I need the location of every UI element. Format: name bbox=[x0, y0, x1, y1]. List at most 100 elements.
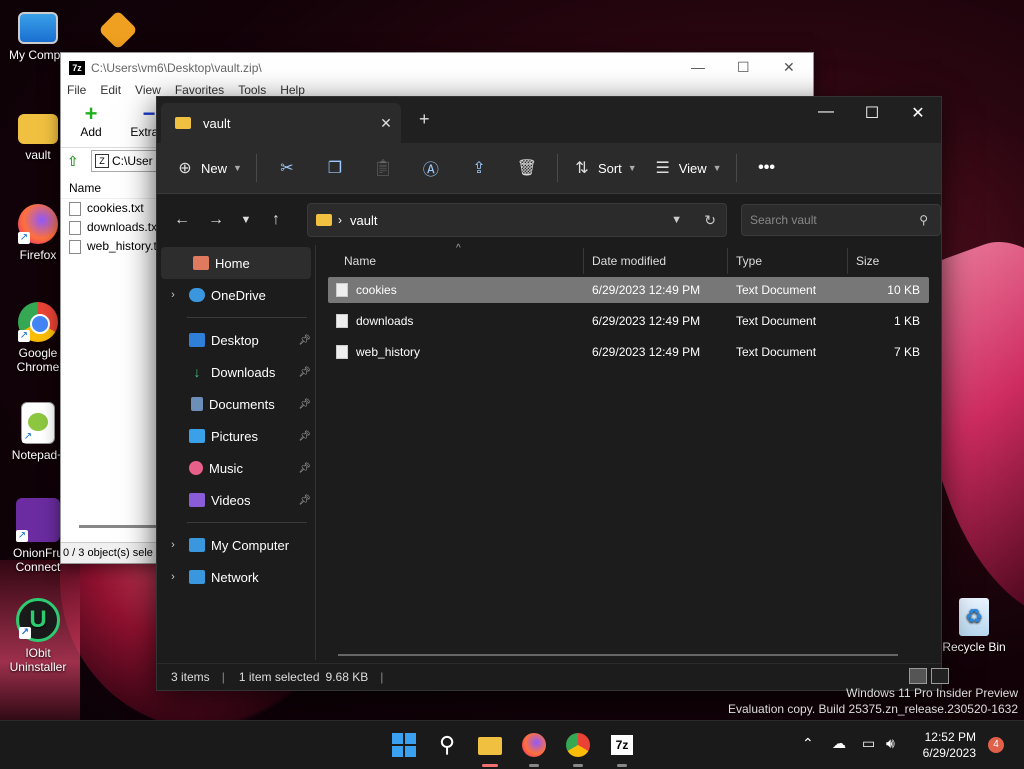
minimize-button[interactable]: — bbox=[803, 103, 849, 121]
clock[interactable]: 12:52 PM 6/29/2023 bbox=[916, 729, 976, 761]
horizontal-scrollbar[interactable] bbox=[338, 654, 898, 656]
sort-label: Sort bbox=[597, 160, 622, 176]
chevron-right-icon[interactable]: › bbox=[165, 289, 181, 301]
file-name: cookies.txt bbox=[87, 201, 144, 215]
forward-arrow-icon[interactable]: → bbox=[199, 211, 233, 229]
pin-icon[interactable]: 📌︎ bbox=[298, 431, 311, 442]
menu-edit[interactable]: Edit bbox=[100, 83, 121, 103]
view-button[interactable]: ☰ View ▼ bbox=[645, 151, 730, 185]
sort-button[interactable]: ⇅ Sort ▼ bbox=[564, 151, 645, 185]
desktop-icon-iobit[interactable]: U ↗ IObit Uninstaller bbox=[0, 598, 76, 674]
taskbar-7zip[interactable]: 7z bbox=[608, 731, 636, 767]
shortcut-arrow-icon: ↗ bbox=[18, 232, 30, 244]
text-file-icon bbox=[69, 239, 81, 254]
pictures-icon bbox=[189, 429, 205, 443]
add-button[interactable]: + Add bbox=[69, 103, 113, 147]
sidebar-item-pictures[interactable]: Pictures 📌︎ bbox=[157, 420, 315, 452]
chevron-right-icon[interactable]: › bbox=[165, 571, 181, 583]
paste-icon[interactable]: 📋︎ bbox=[359, 158, 407, 178]
search-icon[interactable]: ⚲ bbox=[433, 731, 461, 759]
refresh-icon[interactable]: ↻ bbox=[704, 212, 716, 229]
breadcrumb[interactable]: vault bbox=[350, 213, 377, 228]
taskbar-firefox[interactable] bbox=[520, 731, 548, 767]
sidebar-item-videos[interactable]: Videos 📌︎ bbox=[157, 484, 315, 516]
shortcut-arrow-icon: ↗ bbox=[16, 530, 28, 542]
share-icon[interactable]: ⇪ bbox=[455, 158, 503, 178]
close-button[interactable]: ✕ bbox=[783, 59, 795, 76]
file-date: 6/29/2023 12:49 PM bbox=[592, 283, 701, 297]
tiles-view-icon[interactable] bbox=[931, 668, 949, 684]
maximize-button[interactable]: ☐ bbox=[737, 59, 750, 76]
clock-date: 6/29/2023 bbox=[922, 746, 976, 760]
network-disconnected-icon[interactable]: ☁ bbox=[832, 735, 846, 752]
chrome-icon bbox=[566, 733, 590, 757]
file-name: cookies bbox=[356, 282, 397, 297]
taskbar-chrome[interactable] bbox=[564, 731, 592, 767]
new-button[interactable]: ⊕ New ▼ bbox=[167, 151, 250, 185]
file-row[interactable]: downloads 6/29/2023 12:49 PM Text Docume… bbox=[328, 308, 929, 334]
chevron-down-icon[interactable]: ▼ bbox=[671, 214, 682, 226]
rename-icon[interactable]: Ⓐ bbox=[407, 156, 455, 180]
menu-file[interactable]: File bbox=[67, 83, 86, 103]
taskbar-file-explorer[interactable] bbox=[476, 731, 504, 767]
text-file-icon bbox=[69, 220, 81, 235]
sidebar-item-network[interactable]: › Network bbox=[157, 561, 315, 593]
package-icon bbox=[98, 10, 138, 50]
column-header-name[interactable]: Name bbox=[316, 248, 584, 274]
back-arrow-icon[interactable]: ← bbox=[165, 211, 199, 229]
display-icon[interactable]: ▭ bbox=[862, 735, 875, 752]
close-tab-button[interactable]: ✕ bbox=[371, 115, 401, 132]
recent-locations-chevron-icon[interactable]: ▼ bbox=[233, 214, 259, 226]
pin-icon[interactable]: 📌︎ bbox=[298, 463, 311, 474]
pin-icon[interactable]: 📌︎ bbox=[298, 399, 311, 410]
up-folder-icon[interactable]: ⇧ bbox=[67, 153, 83, 169]
sevenzip-titlebar[interactable]: 7z C:\Users\vm6\Desktop\vault.zip\ — ☐ ✕ bbox=[61, 53, 813, 83]
navigation-bar: ← → ▼ ↑ › vault ▼ ↻ Search vault ⚲ bbox=[157, 194, 941, 246]
new-tab-button[interactable]: + bbox=[419, 109, 430, 130]
cut-icon[interactable]: ✂ bbox=[263, 158, 311, 178]
show-hidden-icons-chevron-icon[interactable]: ⌃ bbox=[802, 735, 814, 752]
sidebar-item-home[interactable]: Home bbox=[161, 247, 311, 279]
maximize-button[interactable]: ☐ bbox=[849, 103, 895, 123]
sidebar-item-downloads[interactable]: ↓ Downloads 📌︎ bbox=[157, 356, 315, 388]
explorer-titlebar[interactable]: vault ✕ + — ☐ ✕ bbox=[157, 97, 941, 143]
sidebar-item-desktop[interactable]: Desktop 📌︎ bbox=[157, 324, 315, 356]
address-bar[interactable]: › vault ▼ ↻ bbox=[307, 203, 727, 237]
copy-icon[interactable]: ❐ bbox=[311, 158, 359, 178]
chevron-right-icon[interactable]: › bbox=[165, 539, 181, 551]
desktop-icon-package[interactable] bbox=[80, 10, 156, 50]
file-row[interactable]: web_history 6/29/2023 12:49 PM Text Docu… bbox=[328, 339, 929, 365]
sevenzip-logo-icon: 7z bbox=[611, 735, 633, 755]
windows-logo-icon bbox=[392, 733, 416, 757]
explorer-window: vault ✕ + — ☐ ✕ ⊕ New ▼ ✂ ❐ 📋︎ Ⓐ ⇪ 🗑︎ ⇅ … bbox=[156, 96, 949, 691]
pin-icon[interactable]: 📌︎ bbox=[298, 495, 311, 506]
column-header-type[interactable]: Type bbox=[728, 248, 848, 274]
file-name: downloads.txt bbox=[87, 220, 161, 234]
desktop-icon-recycle-bin[interactable]: ♻ Recycle Bin bbox=[936, 598, 1012, 654]
column-header-date[interactable]: Date modified bbox=[584, 248, 728, 274]
pin-icon[interactable]: 📌︎ bbox=[298, 335, 311, 346]
details-view-icon[interactable] bbox=[909, 668, 927, 684]
up-arrow-icon[interactable]: ↑ bbox=[259, 211, 293, 229]
pin-icon[interactable]: 📌︎ bbox=[298, 367, 311, 378]
more-options-icon[interactable]: ••• bbox=[743, 159, 791, 177]
tab-vault[interactable]: vault ✕ bbox=[161, 103, 401, 143]
shortcut-arrow-icon: ↗ bbox=[19, 627, 31, 639]
sidebar-item-documents[interactable]: Documents 📌︎ bbox=[157, 388, 315, 420]
horizontal-scrollbar[interactable] bbox=[79, 525, 159, 528]
volume-icon[interactable]: 🔊︎ bbox=[886, 735, 895, 752]
cloud-icon bbox=[189, 288, 205, 302]
search-input[interactable]: Search vault ⚲ bbox=[741, 204, 941, 236]
minimize-button[interactable]: — bbox=[691, 59, 705, 75]
start-button[interactable] bbox=[390, 731, 418, 759]
sort-icon: ⇅ bbox=[575, 160, 589, 177]
sidebar-item-my-computer[interactable]: › My Computer bbox=[157, 529, 315, 561]
sidebar-item-music[interactable]: Music 📌︎ bbox=[157, 452, 315, 484]
column-header-size[interactable]: Size bbox=[848, 248, 928, 274]
sidebar-item-onedrive[interactable]: › OneDrive bbox=[157, 279, 315, 311]
delete-icon[interactable]: 🗑︎ bbox=[503, 158, 551, 178]
close-button[interactable]: ✕ bbox=[895, 103, 941, 123]
file-row[interactable]: cookies 6/29/2023 12:49 PM Text Document… bbox=[328, 277, 929, 303]
notification-badge[interactable]: 4 bbox=[988, 737, 1004, 753]
divider bbox=[187, 317, 307, 318]
